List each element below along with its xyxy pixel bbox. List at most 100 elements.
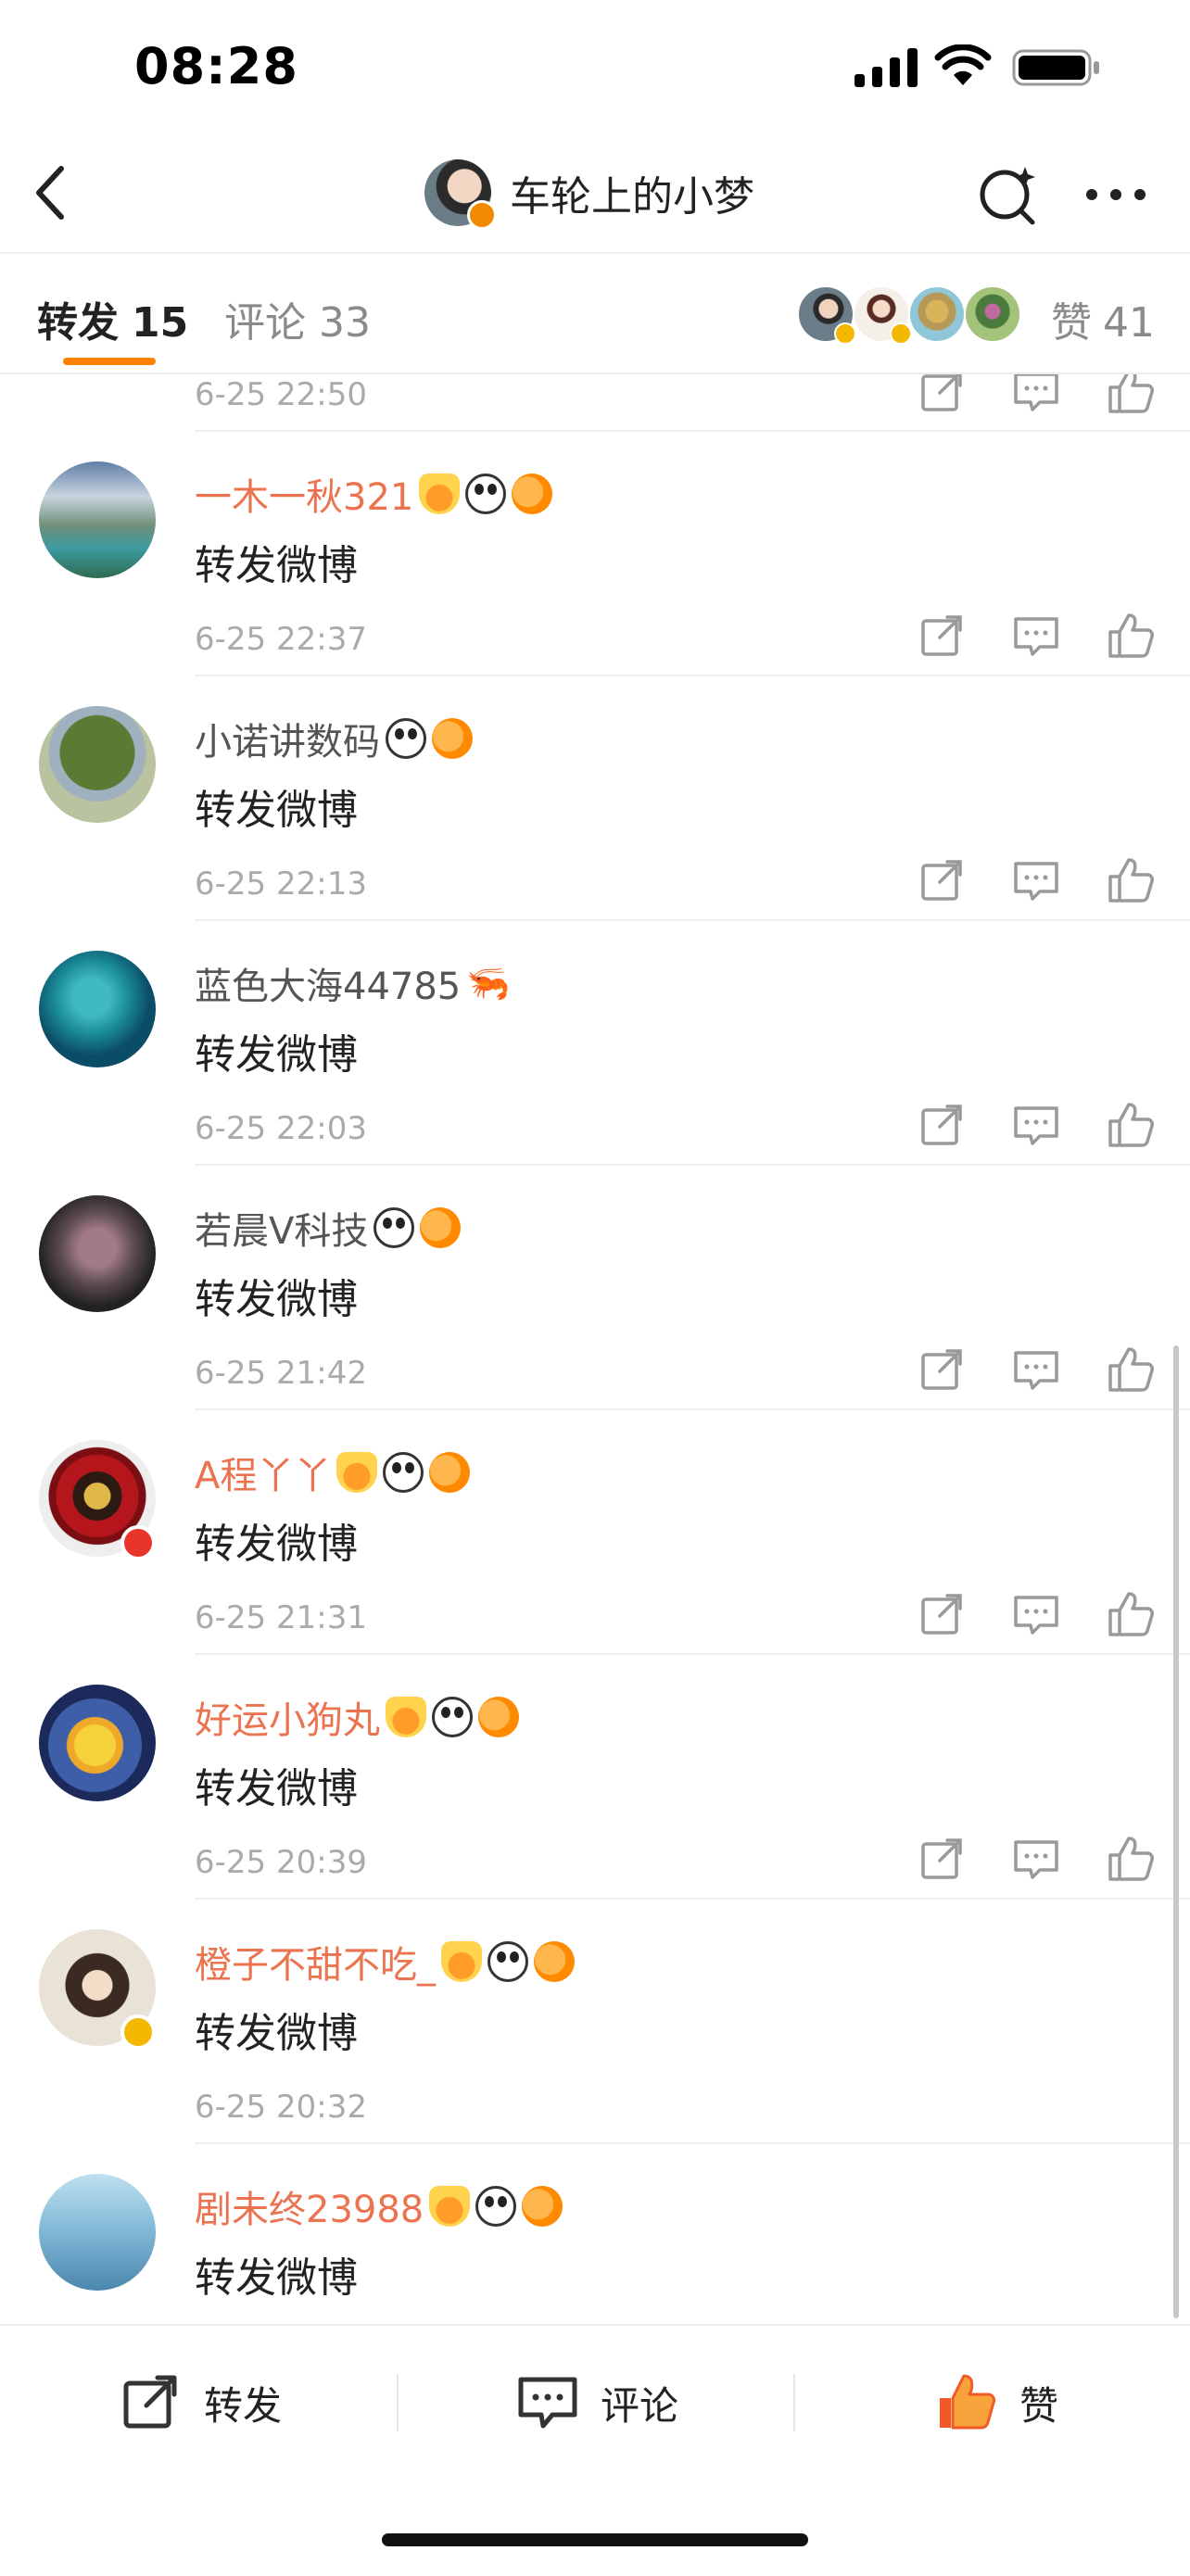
user-avatar[interactable] [39, 461, 156, 578]
like-button-label: 赞 [1019, 2382, 1059, 2429]
verified-badge-icon [467, 200, 497, 230]
list-item[interactable]: 若晨V科技 转发微博 6-25 21:42 [0, 1166, 1190, 1410]
repost-icon[interactable] [914, 1831, 969, 1887]
like-icon[interactable] [1103, 374, 1158, 419]
item-time: 6-25 20:39 [195, 1844, 367, 1881]
search-icon[interactable] [975, 161, 1042, 228]
item-content: 转发微博 [195, 787, 358, 834]
username[interactable]: 若晨V科技 [195, 1201, 462, 1255]
tab-likes-count: 41 [1103, 299, 1155, 347]
username[interactable]: 橙子不甜不吃_ [195, 1935, 575, 1989]
username[interactable]: 蓝色大海44785 🦐 [195, 956, 511, 1010]
list-item[interactable]: A程丫丫 转发微博 6-25 21:31 [0, 1410, 1190, 1655]
repost-icon[interactable] [914, 374, 969, 419]
tab-bar: 转发 15 评论 33 赞 41 [0, 252, 1190, 373]
tab-repost-label: 转发 [37, 299, 119, 347]
like-icon[interactable] [1103, 1586, 1158, 1642]
bottom-divider [397, 2374, 399, 2431]
tab-repost[interactable]: 转发 15 [37, 289, 188, 348]
username[interactable]: 一木一秋321 [195, 467, 553, 521]
item-time: 6-25 22:50 [195, 376, 367, 413]
user-avatar[interactable] [39, 951, 156, 1067]
fish-icon [429, 1452, 471, 1493]
repost-icon[interactable] [914, 1586, 969, 1642]
cellular-signal-icon [855, 48, 918, 87]
comment-button-label: 评论 [601, 2382, 679, 2429]
back-icon[interactable] [28, 158, 80, 228]
like-icon[interactable] [1103, 852, 1158, 908]
list-item[interactable]: 6-25 22:50 [0, 374, 1190, 432]
comment-icon[interactable] [1008, 1586, 1064, 1642]
comment-icon[interactable] [1008, 374, 1064, 419]
like-icon[interactable] [1103, 1831, 1158, 1887]
vip-crown-icon [441, 1941, 482, 1982]
list-item[interactable]: 一木一秋321 转发微博 6-25 22:37 [0, 432, 1190, 676]
username[interactable]: 剧未终23988 [195, 2179, 563, 2233]
nav-avatar[interactable] [424, 159, 497, 230]
like-icon[interactable] [1103, 608, 1158, 663]
comment-icon[interactable] [1008, 1342, 1064, 1397]
username-text: 好运小狗丸 [195, 1699, 380, 1742]
repost-icon[interactable] [914, 608, 969, 663]
status-bar: 08:28 [0, 0, 1190, 139]
item-time: 6-25 22:37 [195, 621, 367, 658]
tab-likes[interactable]: 赞 41 [1051, 289, 1155, 348]
username[interactable]: 小诺讲数码 [195, 712, 473, 765]
comment-icon[interactable] [1008, 1097, 1064, 1153]
username-text: A程丫丫 [195, 1455, 332, 1497]
repost-list[interactable]: 6-25 22:50 一木一秋321 转发微博 6-25 22:37 小诺讲数码 [0, 374, 1190, 2324]
item-time: 6-25 22:03 [195, 1110, 367, 1147]
item-content: 转发微博 [195, 2254, 358, 2302]
item-time: 6-25 21:31 [195, 1599, 367, 1636]
like-button[interactable]: 赞 [934, 2370, 1058, 2435]
list-item[interactable]: 剧未终23988 转发微博 [0, 2144, 1190, 2324]
home-indicator[interactable] [382, 2533, 808, 2546]
user-avatar[interactable] [39, 1685, 156, 1801]
tab-likes-label: 赞 [1051, 299, 1092, 347]
comment-icon [518, 2377, 577, 2429]
like-icon[interactable] [1103, 1097, 1158, 1153]
comment-icon[interactable] [1008, 608, 1064, 663]
comment-button[interactable]: 评论 [515, 2370, 678, 2435]
repost-icon[interactable] [914, 1097, 969, 1153]
fish-icon [512, 474, 553, 514]
user-avatar[interactable] [39, 2174, 156, 2291]
username[interactable]: A程丫丫 [195, 1446, 471, 1499]
fish-icon [478, 1697, 519, 1737]
list-item[interactable]: 蓝色大海44785 🦐 转发微博 6-25 22:03 [0, 921, 1190, 1166]
item-actions [914, 1831, 1190, 1887]
comment-icon[interactable] [1008, 852, 1064, 908]
tab-comment[interactable]: 评论 33 [224, 289, 371, 348]
liker-avatars[interactable] [797, 285, 1021, 345]
username-text: 一木一秋321 [195, 476, 414, 519]
list-item[interactable]: 橙子不甜不吃_ 转发微博 6-25 20:32 [0, 1900, 1190, 2144]
item-content: 转发微博 [195, 2010, 358, 2057]
username[interactable]: 好运小狗丸 [195, 1690, 519, 1744]
item-content: 转发微博 [195, 542, 358, 589]
vip-crown-icon [419, 474, 461, 514]
repost-button[interactable]: 转发 [119, 2370, 282, 2435]
user-avatar[interactable] [39, 1195, 156, 1312]
more-icon[interactable] [1082, 176, 1149, 213]
verified-badge-icon [890, 322, 912, 345]
item-actions [914, 852, 1190, 908]
panda-icon [432, 1697, 473, 1737]
repost-icon[interactable] [914, 1342, 969, 1397]
tab-active-indicator [63, 358, 156, 365]
comment-icon[interactable] [1008, 1831, 1064, 1887]
repost-button-label: 转发 [204, 2382, 283, 2429]
item-time: 6-25 20:32 [195, 2089, 367, 2126]
nav-user[interactable]: 车轮上的小梦 [424, 158, 754, 230]
repost-icon [123, 2375, 177, 2429]
vip-crown-icon [429, 2186, 471, 2227]
panda-icon [465, 474, 507, 514]
like-icon[interactable] [1103, 1342, 1158, 1397]
user-avatar[interactable] [39, 706, 156, 823]
list-item[interactable]: 小诺讲数码 转发微博 6-25 22:13 [0, 676, 1190, 921]
repost-icon[interactable] [914, 852, 969, 908]
item-content: 转发微博 [195, 1276, 358, 1323]
scrollbar[interactable] [1173, 1345, 1179, 2318]
list-item[interactable]: 好运小狗丸 转发微博 6-25 20:39 [0, 1655, 1190, 1900]
liker-avatar [853, 285, 912, 345]
username-text: 剧未终23988 [195, 2189, 424, 2231]
